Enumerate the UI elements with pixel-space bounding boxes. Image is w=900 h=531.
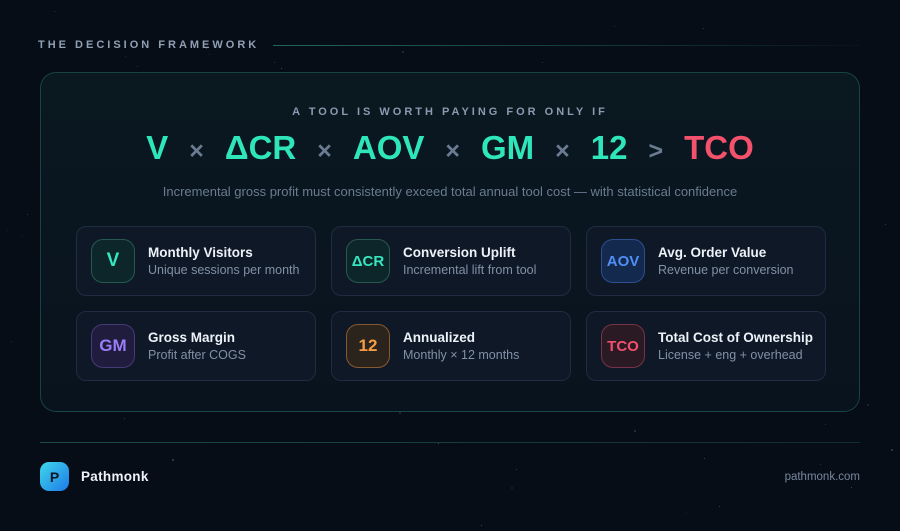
card-title: Total Cost of Ownership <box>658 330 813 345</box>
panel-kicker: A TOOL IS WORTH PAYING FOR ONLY IF <box>41 106 859 118</box>
multiply-operator: × <box>445 137 460 166</box>
formula-term-gm: GM <box>481 129 534 167</box>
delta-cr-badge-icon: ΔCR <box>346 239 390 283</box>
card-subtitle: Unique sessions per month <box>148 263 299 277</box>
card-monthly-visitors: V Monthly Visitors Unique sessions per m… <box>76 226 316 296</box>
card-subtitle: Revenue per conversion <box>658 263 794 277</box>
aov-badge-icon: AOV <box>601 239 645 283</box>
footer-divider-line <box>40 442 860 443</box>
card-subtitle: Profit after COGS <box>148 348 246 362</box>
formula-term-aov: AOV <box>353 129 425 167</box>
multiply-operator: × <box>555 137 570 166</box>
card-subtitle: Incremental lift from tool <box>403 263 536 277</box>
decision-framework-panel: A TOOL IS WORTH PAYING FOR ONLY IF V × Δ… <box>40 72 860 412</box>
website-url-link[interactable]: pathmonk.com <box>785 471 860 483</box>
page-header: THE DECISION FRAMEWORK <box>38 39 860 51</box>
formula-term-delta-cr: ΔCR <box>225 129 296 167</box>
formula-term-tco: TCO <box>684 129 754 167</box>
header-divider-line <box>273 45 860 46</box>
card-title: Conversion Uplift <box>403 245 536 260</box>
card-total-cost-of-ownership: TCO Total Cost of Ownership License + en… <box>586 311 826 381</box>
multiply-operator: × <box>189 137 204 166</box>
card-subtitle: Monthly × 12 months <box>403 348 519 362</box>
formula-subtitle: Incremental gross profit must consistent… <box>41 184 859 199</box>
formula-term-12: 12 <box>591 129 628 167</box>
greater-than-operator: > <box>648 137 663 166</box>
term-cards-grid: V Monthly Visitors Unique sessions per m… <box>76 226 826 381</box>
page-title: THE DECISION FRAMEWORK <box>38 39 259 51</box>
gm-badge-icon: GM <box>91 324 135 368</box>
card-avg-order-value: AOV Avg. Order Value Revenue per convers… <box>586 226 826 296</box>
card-gross-margin: GM Gross Margin Profit after COGS <box>76 311 316 381</box>
footer: P Pathmonk pathmonk.com <box>40 461 860 492</box>
pathmonk-logo-icon: P <box>40 462 69 491</box>
card-title: Monthly Visitors <box>148 245 299 260</box>
card-title: Avg. Order Value <box>658 245 794 260</box>
twelve-badge-icon: 12 <box>346 324 390 368</box>
tco-badge-icon: TCO <box>601 324 645 368</box>
card-title: Annualized <box>403 330 519 345</box>
multiply-operator: × <box>317 137 332 166</box>
formula-term-visitors: V <box>146 129 168 167</box>
decision-formula: V × ΔCR × AOV × GM × 12 > TCO <box>41 129 859 177</box>
brand-name: Pathmonk <box>81 469 149 484</box>
visitors-badge-icon: V <box>91 239 135 283</box>
card-annualized: 12 Annualized Monthly × 12 months <box>331 311 571 381</box>
card-subtitle: License + eng + overhead <box>658 348 813 362</box>
card-conversion-uplift: ΔCR Conversion Uplift Incremental lift f… <box>331 226 571 296</box>
card-title: Gross Margin <box>148 330 246 345</box>
